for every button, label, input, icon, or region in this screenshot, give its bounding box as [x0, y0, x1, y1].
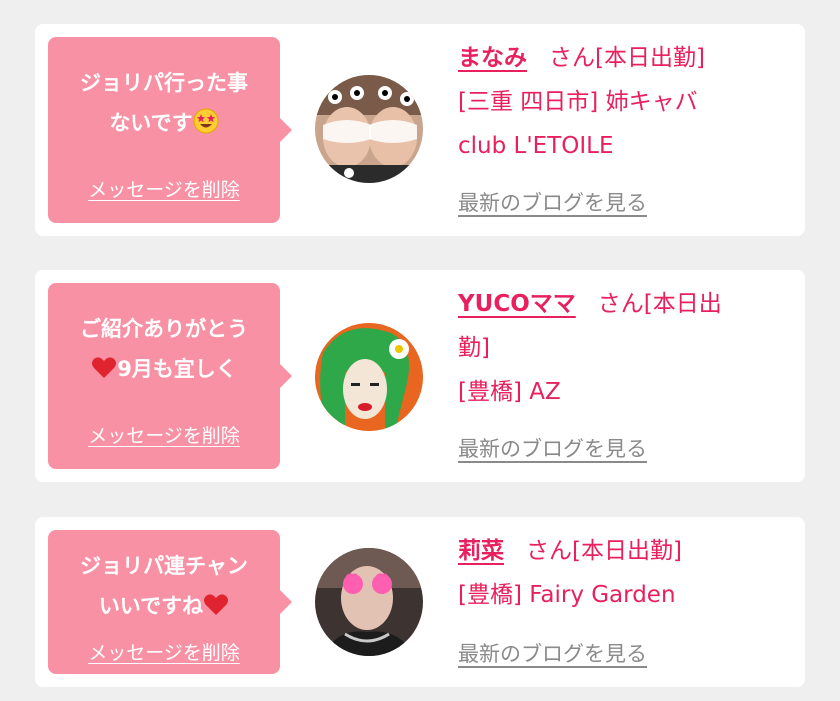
star-struck-emoji-icon: [193, 108, 219, 134]
attendance-status: さん[本日出勤]: [549, 45, 705, 71]
profile-name-link[interactable]: YUCOママ: [458, 291, 576, 317]
profile-info: YUCOママ さん[本日出 勤] [豊橋] AZ: [458, 282, 722, 414]
avatar[interactable]: [315, 548, 423, 656]
message-text: ジョリパ行った事 ないです: [80, 71, 248, 135]
message-card: ご紹介ありがとう 9月も宜しく メッセージを削除 YUCOママ さん[本日出 勤]…: [35, 270, 805, 482]
avatar-photo: [315, 75, 423, 183]
delete-message-link[interactable]: メッセージを削除: [48, 421, 280, 448]
shop-area: [豊橋] Fairy Garden: [458, 582, 676, 608]
shop-area: [豊橋] AZ: [458, 379, 561, 405]
message-text: ジョリパ連チャン いいですね: [80, 554, 248, 618]
profile-name-link[interactable]: 莉菜: [458, 538, 504, 564]
shop-name: club L'ETOILE: [458, 133, 614, 159]
attendance-status-wrap: 勤]: [458, 335, 490, 361]
latest-blog-link[interactable]: 最新のブログを見る: [458, 187, 647, 217]
avatar[interactable]: [315, 75, 423, 183]
latest-blog-link[interactable]: 最新のブログを見る: [458, 433, 647, 463]
attendance-status: さん[本日出勤]: [526, 538, 682, 564]
profile-info: まなみ さん[本日出勤] [三重 四日市] 姉キャバ club L'ETOILE: [458, 36, 705, 168]
profile-info: 莉菜 さん[本日出勤] [豊橋] Fairy Garden: [458, 529, 682, 617]
latest-blog-link[interactable]: 最新のブログを見る: [458, 638, 647, 668]
message-bubble: ジョリパ連チャン いいですね メッセージを削除: [48, 530, 292, 674]
red-heart-emoji-icon: [204, 594, 229, 615]
red-heart-emoji-icon: [92, 357, 117, 378]
message-bubble: ジョリパ行った事 ないです メッセージを削除: [48, 37, 292, 223]
profile-name-link[interactable]: まなみ: [458, 45, 527, 71]
attendance-status: さん[本日出: [597, 291, 722, 317]
avatar[interactable]: [315, 323, 423, 431]
delete-message-link[interactable]: メッセージを削除: [48, 175, 280, 202]
message-card: ジョリパ行った事 ないです メッセージを削除 まなみ さん[本日出勤] [三重 …: [35, 24, 805, 236]
shop-area: [三重 四日市] 姉キャバ: [458, 89, 698, 115]
message-bubble: ご紹介ありがとう 9月も宜しく メッセージを削除: [48, 283, 292, 469]
message-card: ジョリパ連チャン いいですね メッセージを削除 莉菜 さん[本日出勤] [豊橋] …: [35, 517, 805, 687]
message-text: ご紹介ありがとう 9月も宜しく: [80, 317, 248, 381]
delete-message-link[interactable]: メッセージを削除: [48, 638, 280, 665]
avatar-illustration: [315, 323, 423, 431]
avatar-photo: [315, 548, 423, 656]
